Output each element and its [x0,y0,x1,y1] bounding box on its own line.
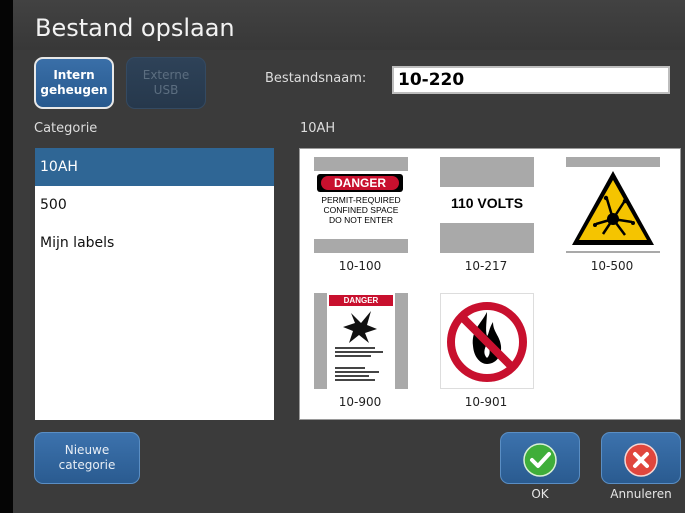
explosive-warning-thumbnail [566,157,660,253]
no-open-flame-thumbnail [440,293,534,389]
voltage-sign-thumbnail: 110 VOLTS [440,157,534,253]
file-name-label: 10-217 [464,259,508,273]
filename-label: Bestandsnaam: [265,71,367,86]
new-category-label: Nieuwe categorie [58,443,116,472]
danger-line-1: PERMIT-REQUIRED [321,195,401,205]
sign-face: 110 VOLTS [440,187,534,223]
new-category-button[interactable]: Nieuwe categorie [34,432,140,484]
danger-poster-thumbnail: DANGER [314,293,408,389]
file-grid: DANGER PERMIT-REQUIRED CONFINED SPACE DO… [299,148,681,420]
file-name-label: 10-500 [590,259,634,273]
category-item-10ah[interactable]: 10AH [35,148,274,186]
cancel-button[interactable] [601,432,681,484]
sign-face: DANGER PERMIT-REQUIRED CONFINED SPACE DO… [314,171,408,239]
file-name-label: 10-900 [338,395,382,409]
no-open-flame-icon [447,302,527,382]
file-item-10-901[interactable]: 10-901 [436,285,536,409]
dialog-title: Bestand opslaan [35,14,235,42]
danger-line-2: CONFINED SPACE [323,205,399,215]
voltage-text: 110 VOLTS [450,195,524,211]
file-item-10-217[interactable]: 110 VOLTS 10-217 [436,149,536,273]
danger-body: PERMIT-REQUIRED CONFINED SPACE DO NOT EN… [314,195,408,225]
poster-body-graphic [335,311,383,381]
screen-bezel [0,0,13,513]
title-bar: Bestand opslaan [13,0,685,50]
category-item-500[interactable]: 500 [35,186,274,224]
danger-sign-thumbnail: DANGER PERMIT-REQUIRED CONFINED SPACE DO… [314,157,408,253]
file-name-label: 10-901 [464,395,508,409]
file-name-label: 10-100 [338,259,382,273]
ok-label: OK [531,487,549,501]
poster-header: DANGER [329,295,393,306]
poster-face: DANGER [327,293,395,389]
external-usb-button[interactable]: Externe USB [126,57,206,109]
cancel-label: Annuleren [610,487,672,501]
danger-word: DANGER [321,176,399,190]
internal-memory-label: Intern geheugen [40,68,108,97]
explosive-warning-icon [572,171,654,245]
sign-face [566,167,660,251]
file-item-10-900[interactable]: DANGER 10-900 [310,285,410,409]
close-icon [624,443,658,477]
danger-line-3: DO NOT ENTER [328,215,394,225]
category-item-mijn-labels[interactable]: Mijn labels [35,224,274,262]
checkmark-icon [523,443,557,477]
category-list[interactable]: 10AH 500 Mijn labels [35,148,274,420]
external-usb-label: Externe USB [142,68,190,97]
files-heading: 10AH [300,121,336,136]
save-file-dialog: Bestand opslaan Intern geheugen Externe … [0,0,685,513]
file-item-10-500[interactable]: 10-500 [562,149,662,273]
internal-memory-button[interactable]: Intern geheugen [34,57,114,109]
filename-input[interactable]: 10-220 [392,66,670,94]
danger-header: DANGER [317,174,403,192]
category-heading: Categorie [34,121,98,136]
ok-button[interactable] [500,432,580,484]
file-item-10-100[interactable]: DANGER PERMIT-REQUIRED CONFINED SPACE DO… [310,149,410,273]
